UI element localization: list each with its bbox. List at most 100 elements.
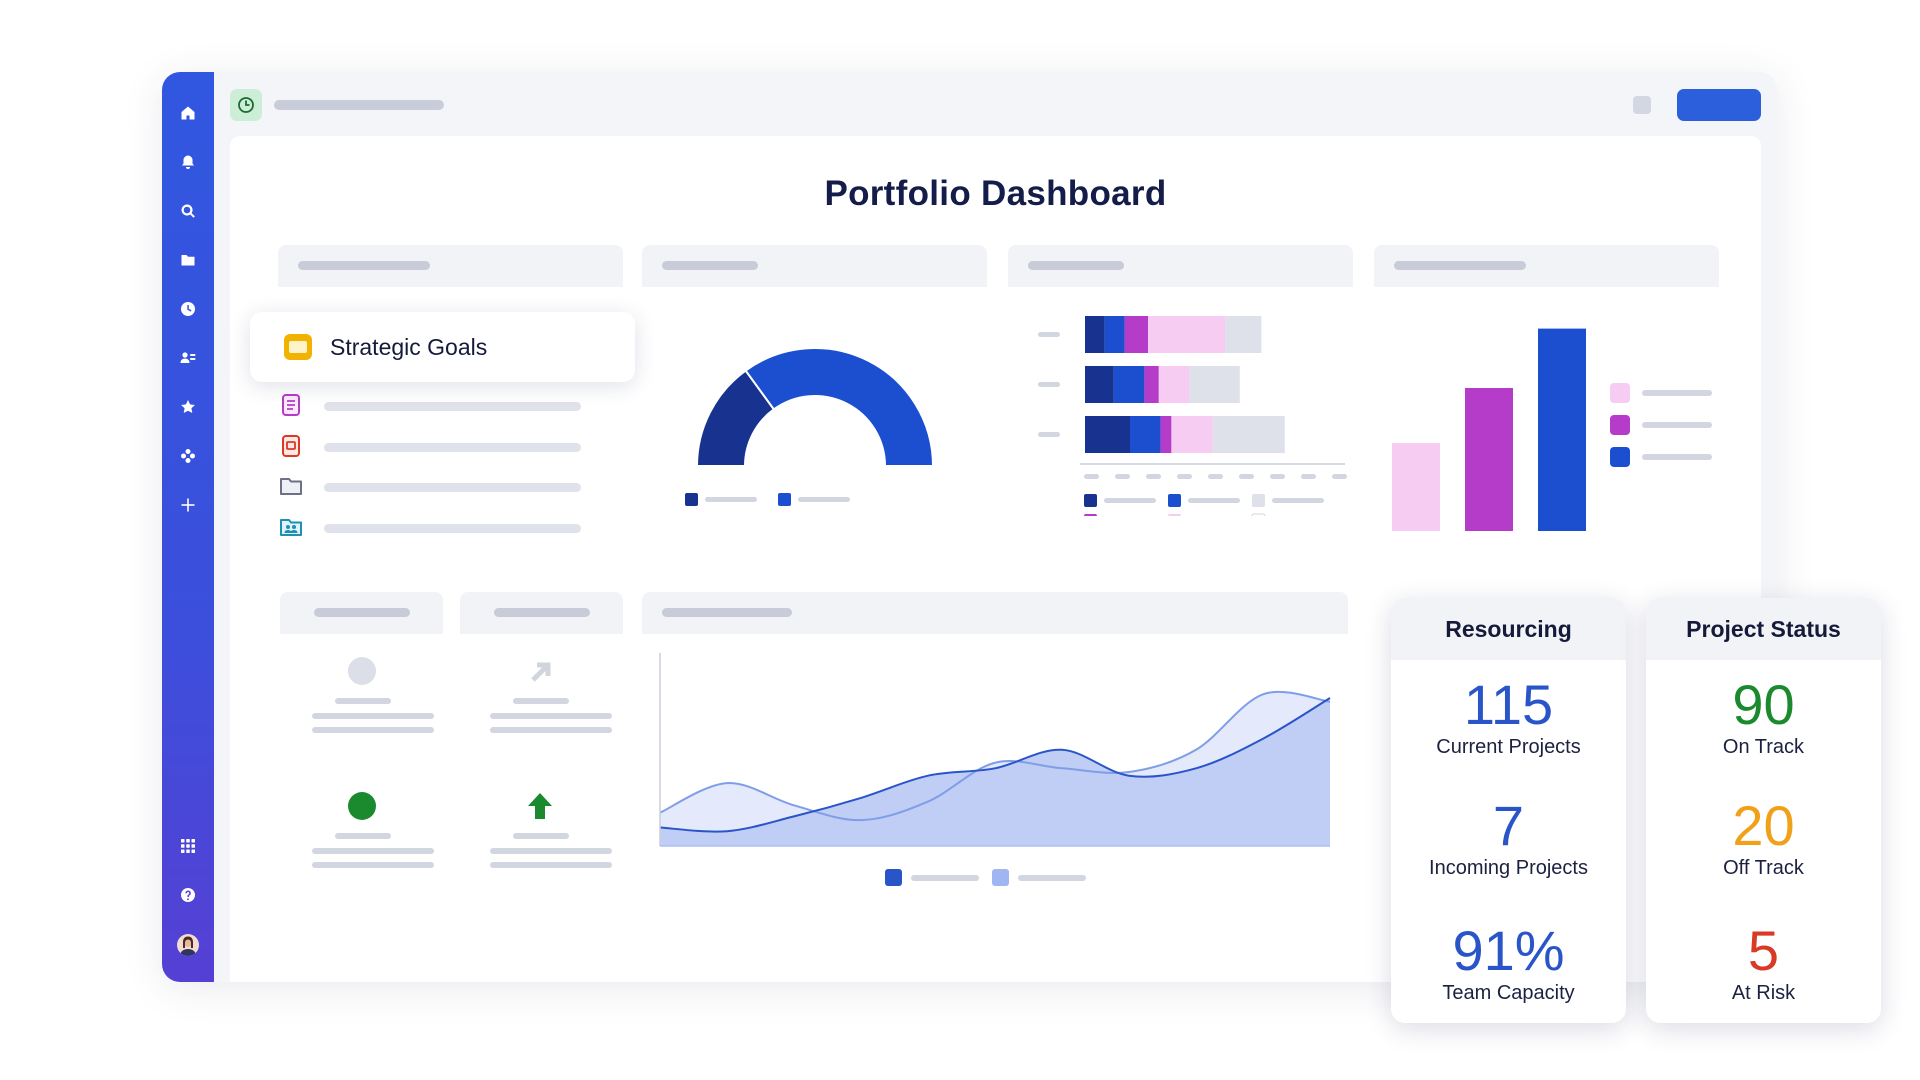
topbar (230, 89, 1761, 121)
tick-label-placeholder (1332, 474, 1347, 479)
placeholder-line (490, 848, 612, 854)
kpi-label: Team Capacity (1442, 982, 1575, 1004)
legend-label-placeholder (1642, 454, 1712, 460)
stacked-bar-chart (1038, 316, 1347, 516)
card-header-columns (1374, 245, 1719, 287)
bell-icon[interactable] (178, 152, 198, 172)
legend-swatch (1084, 514, 1097, 516)
placeholder-line (513, 833, 569, 839)
legend-swatch (1168, 494, 1181, 507)
placeholder-line (312, 713, 434, 719)
legend-swatch (992, 869, 1009, 886)
card-header-area (642, 592, 1348, 634)
kpi-label: Off Track (1723, 857, 1804, 879)
folder-icon (280, 478, 302, 495)
legend-swatch (1610, 447, 1630, 467)
legend-label-placeholder (798, 497, 850, 502)
avatar[interactable] (177, 933, 199, 956)
stacked-bar-segment (1158, 366, 1190, 403)
kpi-label: On Track (1722, 736, 1805, 758)
stacked-bar-segment (1104, 316, 1125, 353)
clock-icon[interactable] (178, 299, 198, 319)
report-icon (282, 435, 300, 457)
legend-label-placeholder (1642, 422, 1712, 428)
kpi-label: At Risk (1731, 982, 1796, 1004)
tick-label-placeholder (1270, 474, 1285, 479)
stacked-bar-segment (1085, 366, 1114, 403)
stacked-bar-segment (1212, 416, 1285, 453)
toolbar-square-button[interactable] (1633, 96, 1651, 114)
tick-label-placeholder (1208, 474, 1223, 479)
plus-icon[interactable] (178, 495, 198, 515)
placeholder-line (312, 862, 434, 868)
clock-logo-icon (238, 97, 254, 113)
stacked-bar-segment (1130, 416, 1161, 453)
legend-label-placeholder (1272, 498, 1324, 503)
list-item[interactable] (278, 392, 588, 418)
tick-label-placeholder (1115, 474, 1130, 479)
primary-action-button[interactable] (1677, 89, 1761, 121)
folder-icon[interactable] (178, 250, 198, 270)
kpi-team-capacity: 91% Team Capacity (1391, 922, 1626, 1005)
list-item[interactable] (278, 514, 588, 540)
stacked-bar-segment (1144, 366, 1159, 403)
breadcrumb-placeholder (274, 100, 444, 110)
legend-label-placeholder (911, 875, 979, 881)
document-icon (282, 394, 300, 416)
row-label-placeholder (1038, 432, 1060, 437)
trend-arrow-icon (531, 662, 551, 682)
area-chart (659, 653, 1331, 886)
kpi-label: Current Projects (1436, 736, 1581, 758)
kpi-off-track: 20 Off Track (1646, 797, 1881, 880)
placeholder-line (490, 727, 612, 733)
legend-swatch (778, 493, 791, 506)
legend-swatch (1251, 513, 1266, 516)
legend-swatch (1252, 494, 1265, 507)
column-bar (1538, 328, 1586, 531)
stacked-bar-segment (1225, 316, 1262, 353)
tick-label-placeholder (1084, 474, 1099, 479)
card-header-metric-2 (460, 592, 623, 634)
people-icon[interactable] (178, 348, 198, 368)
app-logo[interactable] (230, 89, 262, 121)
legend-label-placeholder (1104, 498, 1156, 503)
kpi-value: 115 (1463, 673, 1554, 736)
kpi-value: 91% (1452, 919, 1565, 982)
resourcing-card: Resourcing 115 Current Projects 7 Incomi… (1391, 598, 1626, 1023)
stacked-bar-segment (1113, 366, 1145, 403)
column-bar (1392, 443, 1440, 531)
legend-swatch (685, 493, 698, 506)
kpi-value: 90 (1732, 673, 1795, 736)
legend-label-placeholder (1642, 390, 1712, 396)
strategic-goals-card[interactable]: Strategic Goals (250, 312, 635, 382)
legend-swatch (885, 869, 902, 886)
legend-label-placeholder (1018, 875, 1086, 881)
list-item[interactable] (278, 433, 588, 459)
row-label-placeholder (1038, 382, 1060, 387)
legend-swatch (1610, 383, 1630, 403)
kpi-current-projects: 115 Current Projects (1391, 676, 1626, 759)
star-icon[interactable] (178, 397, 198, 417)
stacked-bar-segment (1171, 416, 1213, 453)
kpi-label: Incoming Projects (1429, 857, 1588, 879)
stacked-bar-segment (1160, 416, 1172, 453)
kpi-incoming-projects: 7 Incoming Projects (1391, 797, 1626, 880)
placeholder-line (312, 727, 434, 733)
kpi-on-track: 90 On Track (1646, 676, 1881, 759)
apps-icon[interactable] (178, 446, 198, 466)
search-icon[interactable] (178, 201, 198, 221)
home-icon[interactable] (178, 103, 198, 123)
list-item[interactable] (278, 473, 588, 499)
project-status-card: Project Status 90 On Track 20 Off Track … (1646, 598, 1881, 1023)
help-icon[interactable] (178, 885, 198, 905)
donut-slice (744, 347, 935, 467)
stacked-bar-segment (1189, 366, 1240, 403)
grid-icon[interactable] (178, 836, 198, 856)
sidebar (162, 72, 214, 982)
legend-swatch (1610, 415, 1630, 435)
stacked-bar-segment (1085, 416, 1130, 453)
kpi-value: 5 (1747, 919, 1780, 982)
strategic-goals-label: Strategic Goals (330, 333, 488, 360)
tick-label-placeholder (1239, 474, 1254, 479)
legend-swatch (1168, 514, 1181, 516)
